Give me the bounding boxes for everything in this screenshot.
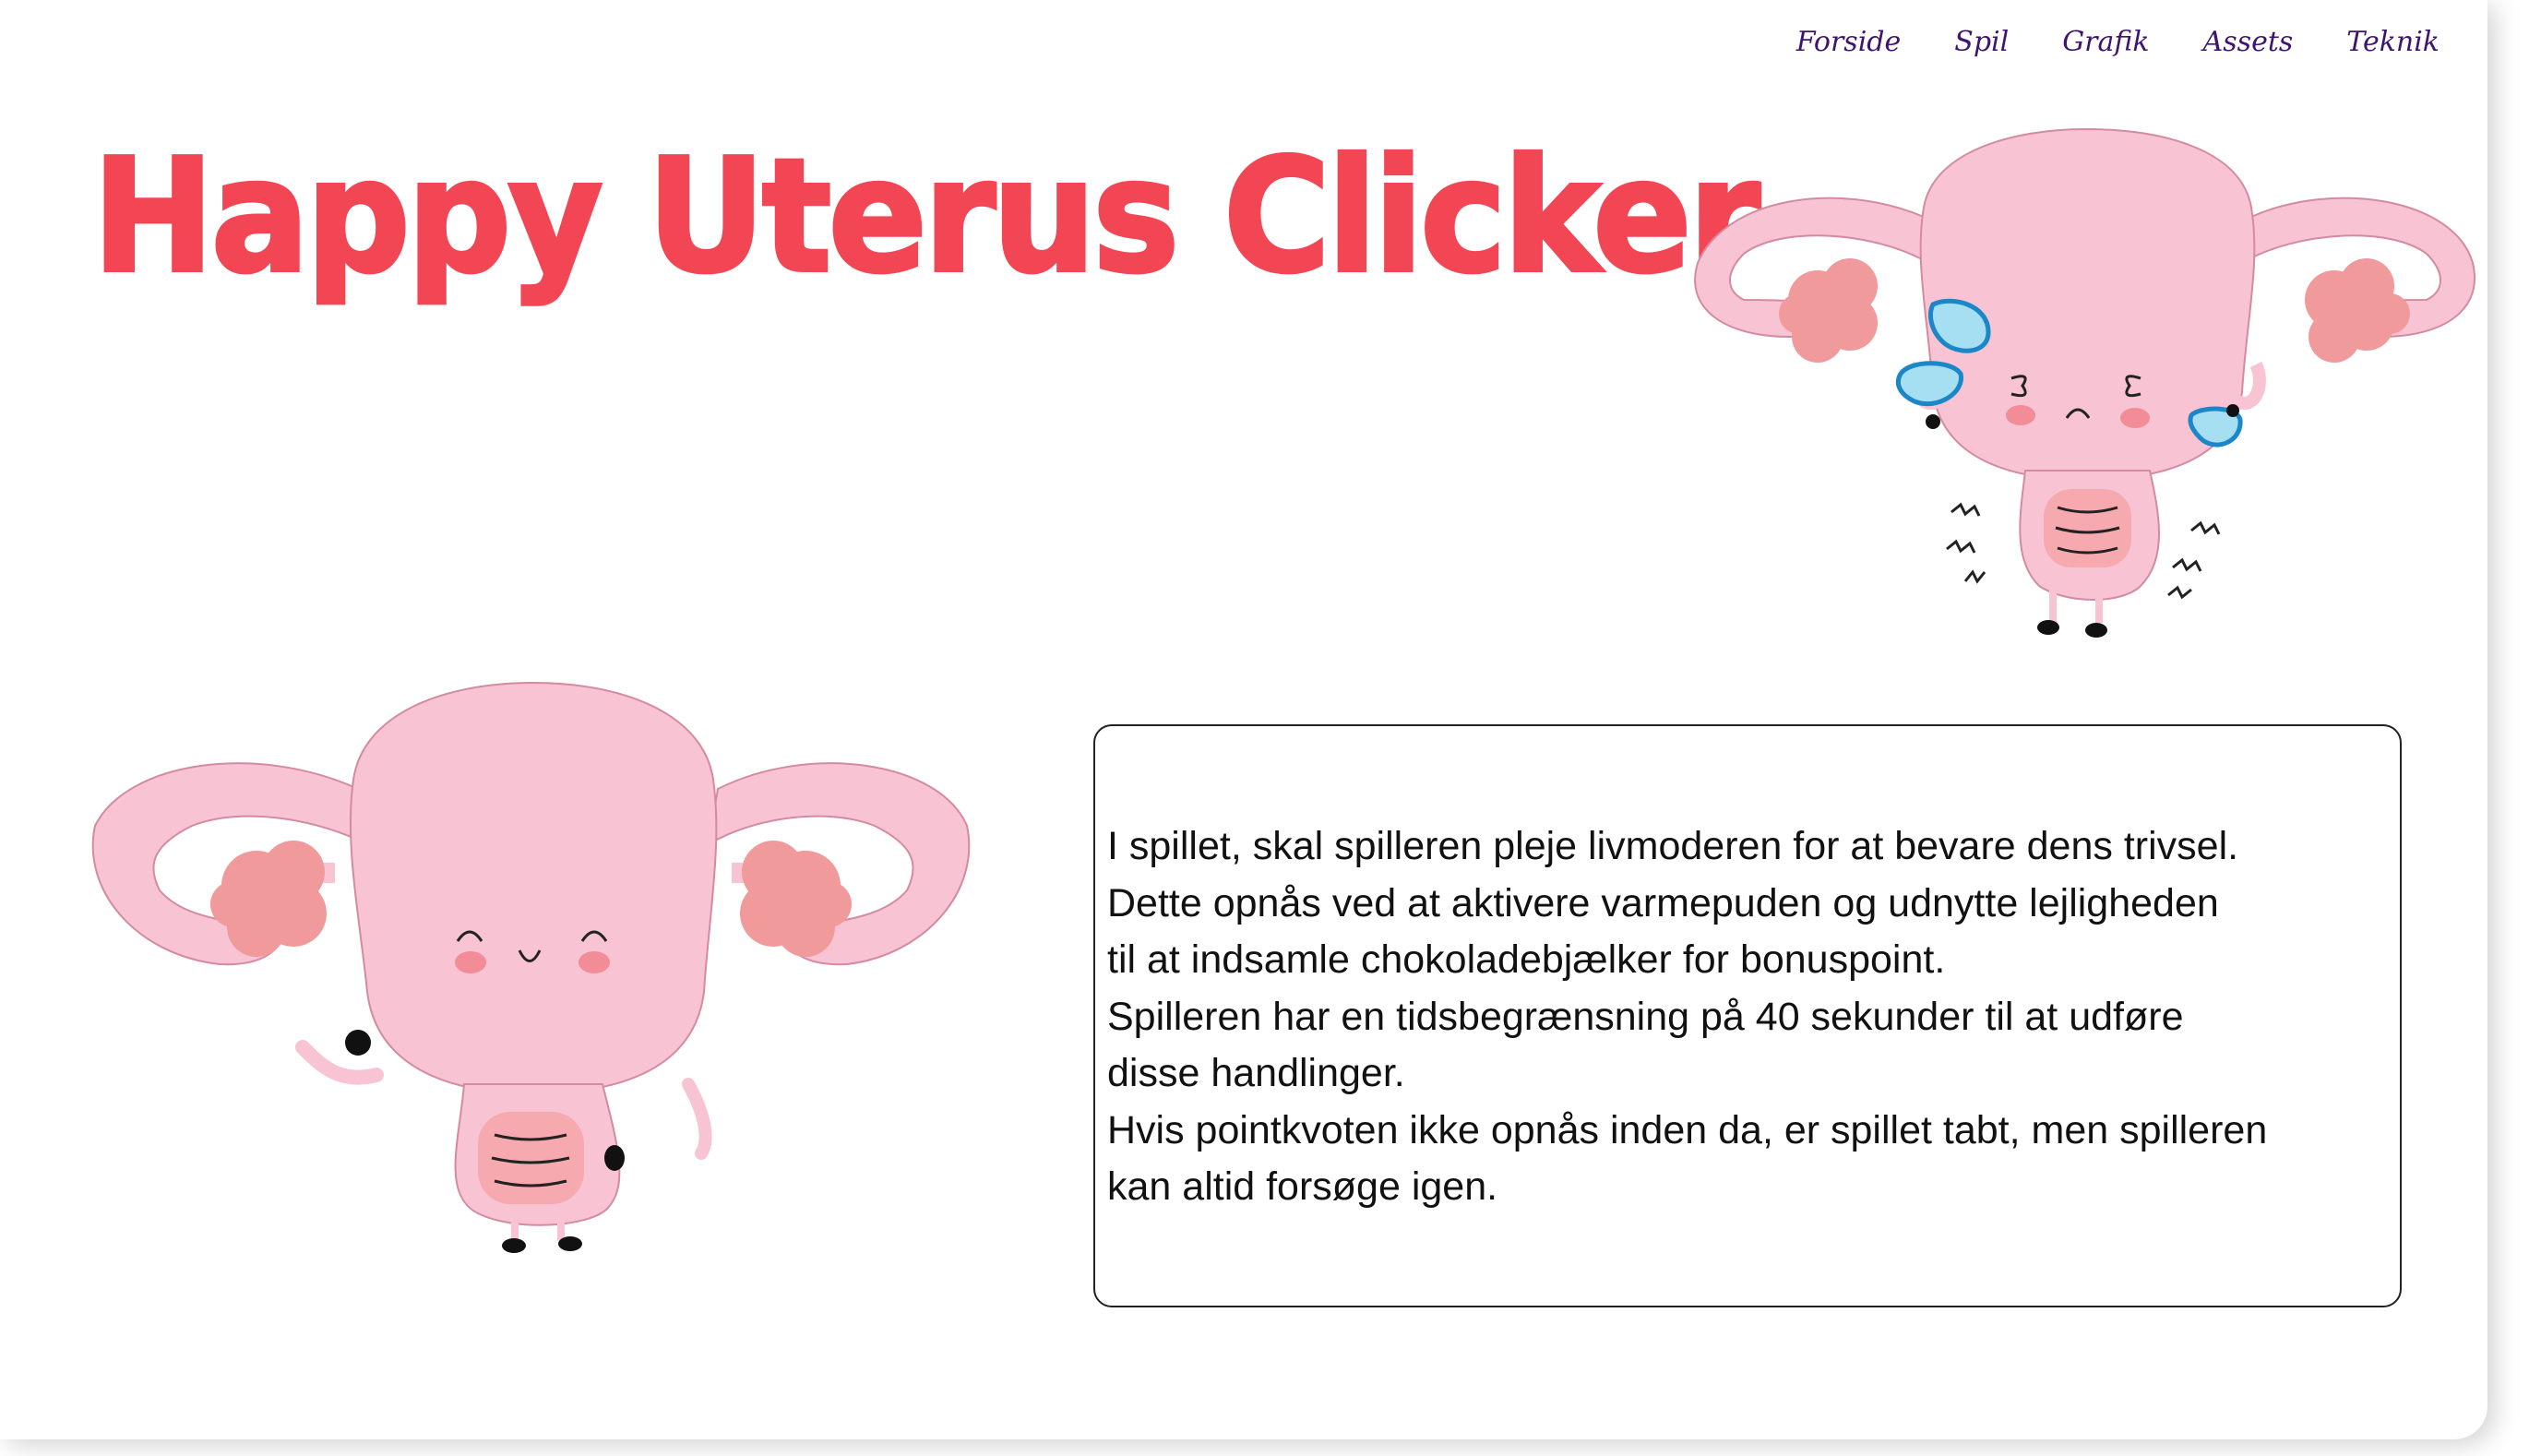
- nav-link-spil[interactable]: Spil: [1954, 26, 2009, 58]
- game-description-box: I spillet, skal spilleren pleje livmoder…: [1093, 724, 2402, 1307]
- page-title: Happy Uterus Clicker: [90, 125, 1762, 308]
- nav-link-assets[interactable]: Assets: [2203, 26, 2294, 58]
- nav-link-grafik[interactable]: Grafik: [2062, 26, 2149, 58]
- description-line: Spilleren har en tidsbegrænsning på 40 s…: [1107, 994, 2184, 1039]
- description-line: disse handlinger.: [1107, 1051, 1405, 1095]
- top-nav: Forside Spil Grafik Assets Teknik: [1796, 26, 2440, 58]
- happy-uterus-illustration: [91, 681, 971, 1253]
- description-line: kan altid forsøge igen.: [1107, 1164, 1498, 1209]
- description-line: Dette opnås ved at aktivere varmepuden o…: [1107, 880, 2219, 925]
- crying-uterus-illustration: [1694, 127, 2475, 638]
- description-line: til at indsamle chokoladebjælker for bon…: [1107, 937, 1946, 982]
- description-line: Hvis pointkvoten ikke opnås inden da, er…: [1107, 1107, 2268, 1152]
- description-line: I spillet, skal spilleren pleje livmoder…: [1107, 824, 2239, 868]
- page: Forside Spil Grafik Assets Teknik Happy …: [0, 0, 2487, 1439]
- nav-link-forside[interactable]: Forside: [1796, 26, 1902, 58]
- nav-link-teknik[interactable]: Teknik: [2346, 26, 2440, 58]
